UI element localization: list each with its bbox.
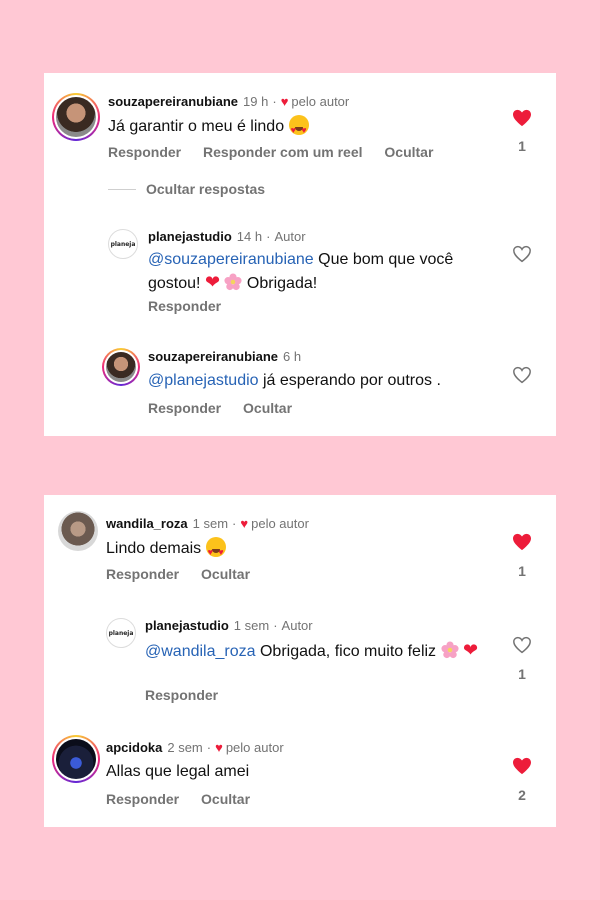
timestamp: 19 h [243, 94, 269, 109]
reply-button[interactable]: Responder [106, 566, 179, 582]
timestamp: 1 sem [192, 516, 229, 531]
comment-text: Allas que legal amei [106, 763, 250, 780]
reply-text: @souzapereiranubiane Que bom que você go… [148, 251, 454, 292]
like-heart-filled-icon[interactable] [512, 757, 532, 775]
reply-button[interactable]: Responder [106, 791, 179, 807]
comment-meta: apcidoka 2 sem · ♥ pelo autor [106, 740, 284, 755]
liked-by-author-label: pelo autor [291, 94, 350, 109]
reply-meta: planejastudio 14 h · Autor [148, 229, 306, 244]
username[interactable]: wandila_roza [106, 516, 188, 531]
like-heart-filled-icon[interactable] [512, 533, 532, 551]
cherry-blossom-emoji-icon [224, 273, 243, 291]
avatar[interactable] [52, 735, 100, 783]
red-heart-emoji-icon: ❤ [462, 640, 479, 660]
hide-button[interactable]: Ocultar [201, 791, 250, 807]
like-heart-outline-icon[interactable] [512, 636, 532, 654]
reply-button[interactable]: Responder [148, 298, 221, 314]
like-count: 1 [518, 138, 526, 154]
comment-card-2: wandila_roza 1 sem · ♥ pelo autor Lindo … [44, 495, 556, 827]
reply-actions: Responder [148, 298, 239, 314]
heart-icon: ♥ [215, 740, 223, 755]
avatar[interactable]: planeja [108, 229, 138, 259]
reply-actions: Responder [145, 687, 236, 703]
red-heart-emoji-icon: ❤ [204, 272, 221, 292]
mention-link[interactable]: @wandila_roza [145, 643, 256, 660]
reply-button[interactable]: Responder [148, 400, 221, 416]
mention-link[interactable]: @planejastudio [148, 372, 259, 389]
username[interactable]: planejastudio [145, 618, 229, 633]
comment-card-1: souzapereiranubiane 19 h · ♥ pelo autor … [44, 73, 556, 436]
reply-button[interactable]: Responder [145, 687, 218, 703]
divider [108, 188, 136, 190]
timestamp: 1 sem [233, 618, 270, 633]
heart-icon: ♥ [240, 516, 249, 531]
comment-actions: Responder Ocultar [106, 566, 268, 582]
reply-meta: souzapereiranubiane 6 h [148, 349, 301, 364]
reply-button[interactable]: Responder [108, 144, 181, 160]
reply-meta: planejastudio 1 sem · Autor [145, 618, 313, 633]
mention-link[interactable]: @souzapereiranubiane [148, 251, 314, 268]
comment-text: Já garantir o meu é lindo ♥ ♥ [108, 115, 309, 138]
username[interactable]: souzapereiranubiane [108, 94, 238, 109]
like-count: 1 [518, 666, 526, 682]
timestamp: 2 sem [167, 740, 203, 755]
reply-text: @wandila_roza Obrigada, fico muito feliz… [145, 640, 479, 660]
comment-actions: Responder Responder com um reel Ocultar [108, 144, 451, 160]
username[interactable]: souzapereiranubiane [148, 349, 278, 364]
avatar[interactable] [58, 511, 98, 551]
comment-meta: wandila_roza 1 sem · ♥ pelo autor [106, 516, 309, 531]
comment-text: Lindo demais ♥ ♥ [106, 537, 226, 560]
username[interactable]: planejastudio [148, 229, 232, 244]
reply-with-reel-button[interactable]: Responder com um reel [203, 144, 363, 160]
liked-by-author-label: pelo autor [225, 740, 284, 755]
reply-actions: Responder Ocultar [148, 400, 310, 416]
heart-eyes-emoji-icon: ♥ ♥ [205, 537, 226, 557]
comment-meta: souzapereiranubiane 19 h · ♥ pelo autor [108, 94, 350, 109]
hide-replies-button[interactable]: Ocultar respostas [108, 181, 265, 197]
like-count: 1 [518, 563, 526, 579]
hide-button[interactable]: Ocultar [243, 400, 292, 416]
hide-button[interactable]: Ocultar [384, 144, 433, 160]
username[interactable]: apcidoka [106, 740, 162, 755]
author-badge: Autor [281, 618, 313, 633]
like-heart-outline-icon[interactable] [512, 366, 532, 384]
avatar[interactable]: planeja [106, 618, 136, 648]
liked-by-author-label: pelo autor [251, 516, 309, 531]
hide-button[interactable]: Ocultar [201, 566, 250, 582]
reply-text: @planejastudio já esperando por outros . [148, 372, 441, 389]
avatar[interactable] [52, 93, 100, 141]
timestamp: 6 h [283, 349, 302, 364]
comment-actions: Responder Ocultar [106, 791, 268, 807]
timestamp: 14 h [236, 229, 263, 244]
heart-icon: ♥ [280, 94, 289, 109]
like-count: 2 [518, 787, 526, 803]
heart-eyes-emoji-icon: ♥ ♥ [288, 115, 309, 135]
like-heart-outline-icon[interactable] [512, 245, 532, 263]
avatar[interactable] [102, 348, 140, 386]
cherry-blossom-emoji-icon [440, 641, 459, 659]
like-heart-filled-icon[interactable] [512, 109, 532, 127]
author-badge: Autor [274, 229, 306, 244]
